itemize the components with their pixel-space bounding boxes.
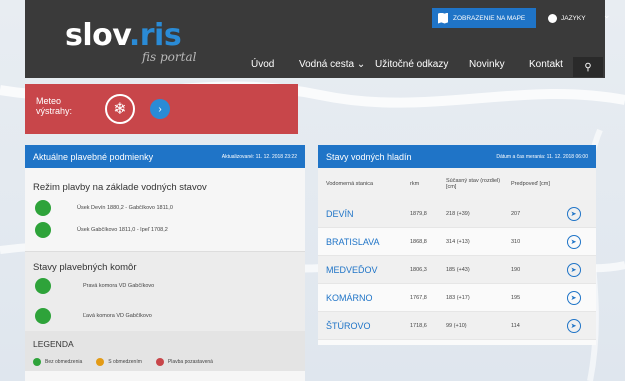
meteo-warnings: Meteo výstrahy: ❄ › [25, 84, 298, 134]
legend-item: Plavba pozastavená [155, 358, 213, 366]
logo-dot: . [128, 18, 140, 53]
list-item: Úsek Devín 1880,2 - Gabčíkovo 1811,0 [25, 197, 305, 219]
legend-label: Bez obmedzenia [45, 359, 83, 365]
station-rkm: 1879,8 [410, 210, 427, 217]
column-header-state: Súčasný stav (rozdiel) [cm] [446, 178, 501, 190]
station-forecast: 207 [511, 210, 521, 217]
status-dot [35, 308, 51, 324]
conditions-header: Aktuálne plavebné podmienky Aktualizovan… [25, 145, 305, 168]
table-row: ŠTÚROVO 1718,6 99 (+10) 114 ➤ [318, 312, 596, 340]
list-item: Ľavá komora VD Gabčíkovo [25, 305, 305, 327]
station-state: 183 (+17) [446, 294, 470, 301]
snowflake-icon[interactable]: ❄ [105, 94, 135, 124]
chevron-down-icon[interactable]: ⌄ [603, 10, 611, 21]
legend-dot [33, 358, 41, 366]
list-item: Pravá komora VD Gabčíkovo [25, 275, 305, 297]
station-forecast: 190 [511, 266, 521, 273]
lock-label: Pravá komora VD Gabčíkovo [83, 283, 155, 289]
legend-item: Bez obmedzenia [33, 358, 82, 366]
navigate-icon[interactable]: ➤ [566, 262, 581, 277]
conditions-updated: Aktualizované: 11. 12. 2018 23:22 [221, 153, 297, 160]
column-header-rkm: rkm [410, 181, 420, 187]
globe-icon [548, 13, 557, 23]
status-dot [35, 222, 51, 238]
locks-title: Stavy plavebných komôr [33, 262, 137, 273]
nav-item-kontakt[interactable]: Kontakt [529, 59, 563, 70]
legend-dot [155, 358, 164, 366]
navigation-conditions-panel: Aktuálne plavebné podmienky Aktualizovan… [25, 145, 305, 381]
table-row: BRATISLAVA 1868,8 314 (+13) 310 ➤ [318, 228, 596, 256]
station-state: 99 (+10) [446, 322, 467, 329]
conditions-title: Aktuálne plavebné podmienky [33, 151, 154, 162]
legend: LEGENDA Bez obmedzenia S obmedzením Plav… [25, 331, 305, 371]
status-dot [35, 200, 51, 216]
nav-item-novinky[interactable]: Novinky [469, 59, 505, 70]
regime-section: Režim plavby na základe vodných stavov Ú… [25, 168, 305, 252]
station-state: 185 (+43) [446, 266, 470, 273]
search-button[interactable]: ⚲ [573, 57, 603, 77]
nav-item-vodna-cesta-label: Vodná cesta [299, 59, 355, 70]
station-state: 218 (+39) [446, 210, 470, 217]
section-label: Úsek Devín 1880,2 - Gabčíkovo 1811,0 [77, 205, 173, 211]
water-levels-title: Stavy vodných hladín [326, 151, 412, 162]
language-label: JAZYKY [561, 14, 586, 22]
lock-label: Ľavá komora VD Gabčíkovo [83, 313, 152, 319]
map-view-button[interactable]: ZOBRAZENIE NA MAPE [432, 8, 536, 28]
table-body: DEVÍN 1879,8 218 (+39) 207 ➤ BRATISLAVA … [318, 200, 596, 340]
table-row: DEVÍN 1879,8 218 (+39) 207 ➤ [318, 200, 596, 228]
table-header: Vodomerná stanica rkm Súčasný stav (rozd… [318, 168, 596, 200]
water-levels-updated: Dátum a čas merania: 11. 12. 2018 06:00 [496, 153, 588, 160]
station-rkm: 1718,6 [410, 322, 427, 329]
navigate-icon[interactable]: ➤ [566, 318, 581, 333]
station-forecast: 114 [511, 322, 520, 329]
nav-item-vodna-cesta[interactable]: Vodná cesta ⌄ [299, 59, 365, 70]
legend-items: Bez obmedzenia S obmedzením Plavba pozas… [33, 358, 305, 366]
water-levels-header: Stavy vodných hladín Dátum a čas merania… [318, 145, 596, 168]
language-button[interactable]: JAZYKY [542, 8, 596, 28]
navigate-icon[interactable]: ➤ [566, 290, 581, 305]
regime-title: Režim plavby na základe vodných stavov [33, 182, 207, 193]
station-rkm: 1806,3 [410, 266, 427, 273]
meteo-label: Meteo výstrahy: [36, 96, 73, 116]
station-link[interactable]: MEDVEĎOV [326, 265, 410, 275]
navigate-icon[interactable]: ➤ [566, 234, 581, 249]
list-item: Úsek Gabčíkovo 1811,0 - Ipeľ 1708,2 [25, 219, 305, 241]
station-link[interactable]: KOMÁRNO [326, 293, 410, 303]
station-link[interactable]: BRATISLAVA [326, 237, 410, 247]
nav-item-uvod[interactable]: Úvod [251, 59, 274, 70]
nav-item-uzitocne-odkazy[interactable]: Užitočné odkazy [375, 59, 448, 70]
navigate-icon[interactable]: ➤ [566, 206, 581, 221]
legend-title: LEGENDA [33, 339, 74, 349]
search-icon: ⚲ [584, 61, 592, 73]
station-rkm: 1767,8 [410, 294, 427, 301]
logo-text-part1: slov [65, 18, 129, 53]
station-state: 314 (+13) [446, 238, 470, 245]
map-view-label: ZOBRAZENIE NA MAPE [453, 14, 526, 22]
top-bar: slov.ris fis portal ZOBRAZENIE NA MAPE J… [25, 0, 611, 78]
table-row: KOMÁRNO 1767,8 183 (+17) 195 ➤ [318, 284, 596, 312]
chevron-down-icon: ⌄ [356, 59, 366, 70]
legend-item: S obmedzením [96, 358, 142, 366]
station-forecast: 310 [511, 238, 521, 245]
water-levels-panel: Stavy vodných hladín Dátum a čas merania… [318, 145, 596, 345]
main-nav: Úvod Vodná cesta ⌄ Užitočné odkazy Novin… [25, 59, 605, 75]
station-link[interactable]: DEVÍN [326, 209, 410, 219]
legend-dot [96, 358, 105, 366]
logo-text-part2: ris [139, 18, 182, 53]
column-header-forecast: Predpoveď [cm] [511, 181, 550, 187]
legend-label: S obmedzením [108, 359, 142, 365]
legend-label: Plavba pozastavená [167, 359, 213, 365]
column-header-station: Vodomerná stanica [326, 181, 374, 187]
map-icon [438, 12, 448, 24]
table-row: MEDVEĎOV 1806,3 185 (+43) 190 ➤ [318, 256, 596, 284]
status-dot [35, 278, 51, 294]
site-logo[interactable]: slov.ris [65, 18, 182, 53]
station-rkm: 1868,8 [410, 238, 427, 245]
arrow-right-icon[interactable]: › [150, 99, 170, 119]
station-link[interactable]: ŠTÚROVO [326, 321, 410, 331]
section-label: Úsek Gabčíkovo 1811,0 - Ipeľ 1708,2 [77, 227, 168, 233]
locks-section: Stavy plavebných komôr Pravá komora VD G… [25, 252, 305, 331]
station-forecast: 195 [511, 294, 521, 301]
